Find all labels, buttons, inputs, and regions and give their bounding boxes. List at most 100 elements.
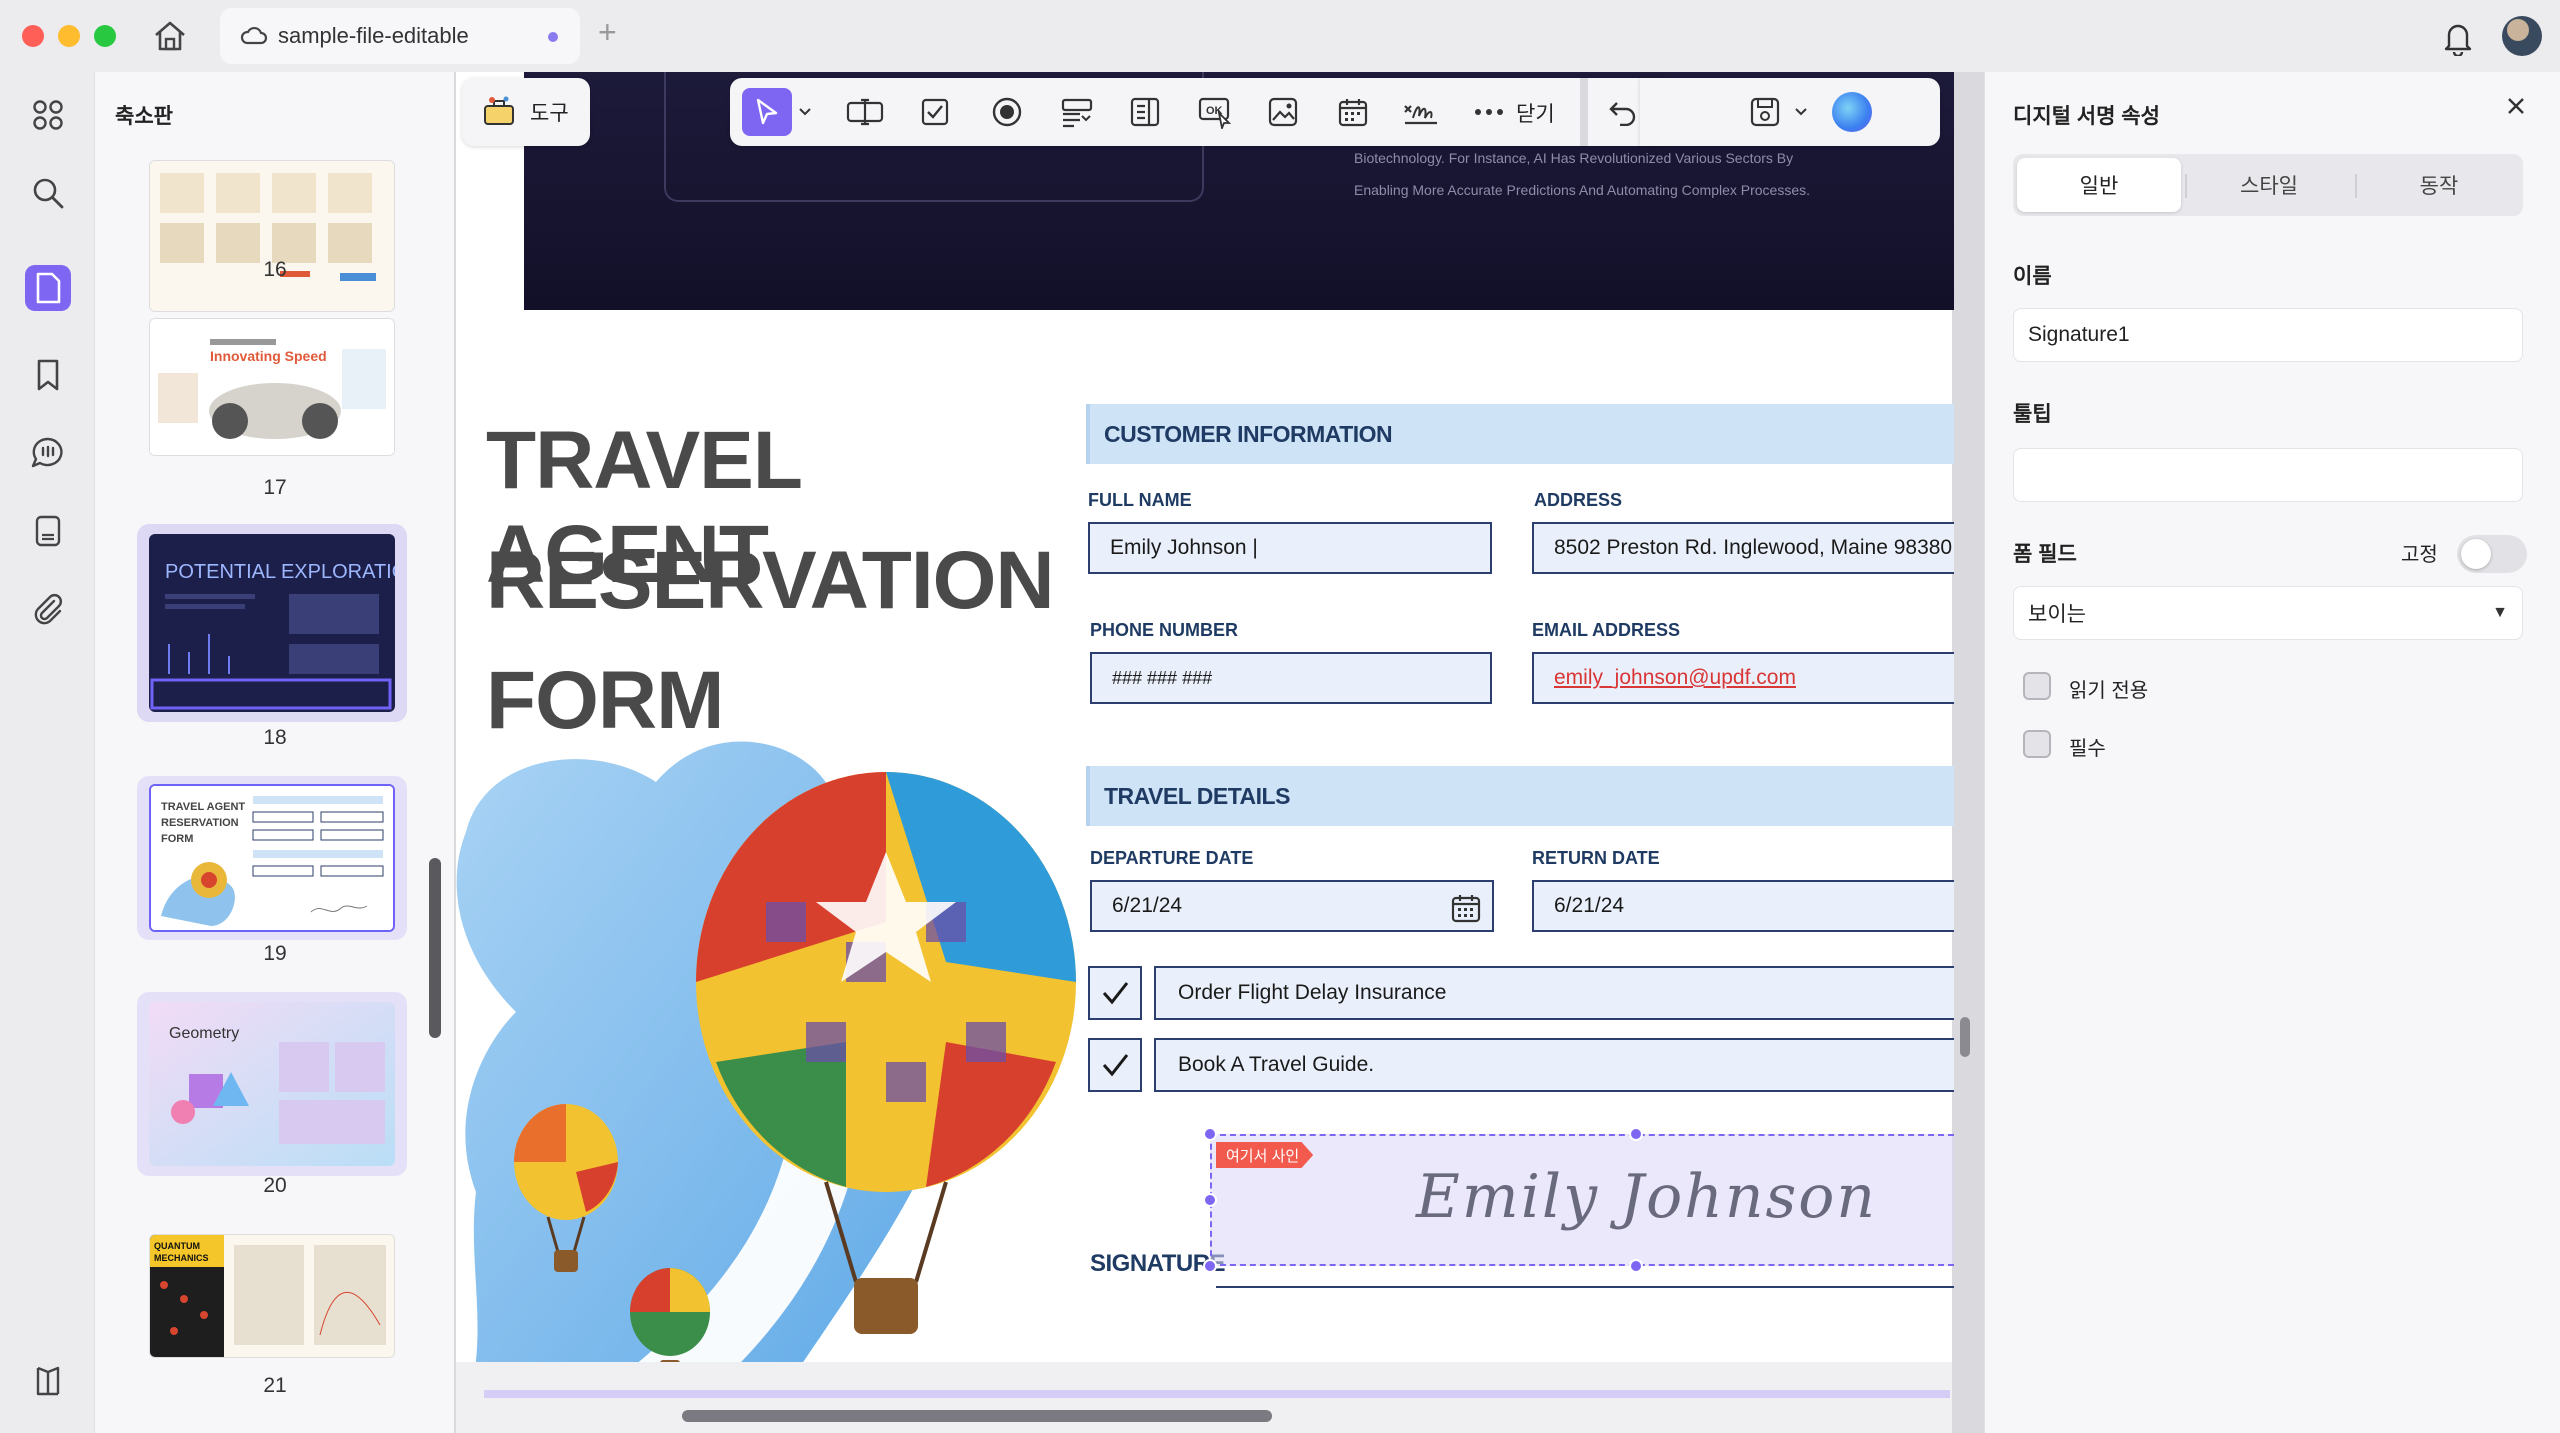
thumbnail-page-20[interactable]: Geometry [149,1002,395,1166]
text-field-tool-icon[interactable] [840,88,890,136]
properties-tabs: 일반 스타일 동작 [2013,154,2523,216]
pages-icon[interactable] [25,265,71,311]
form-title-line-2: RESERVATION [486,535,1055,626]
sign-here-tag[interactable]: 여기서 사인 [1216,1142,1314,1168]
avatar[interactable] [2502,16,2542,56]
customer-information-header: CUSTOMER INFORMATION [1086,404,1954,464]
toolbox-icon [482,94,516,134]
thumbnail-page-17[interactable]: Innovating Speed [149,318,395,456]
thumbnail-page-21[interactable]: QUANTUM MECHANICS [149,1234,395,1358]
pdf-page: Biotechnology. For Instance, AI Has Revo… [456,72,1954,1432]
toolbar-separator [1580,78,1588,146]
image-field-tool-icon[interactable] [1258,88,1308,136]
document-area: Biotechnology. For Instance, AI Has Revo… [454,72,1984,1433]
comment-icon[interactable] [25,430,71,476]
email-address-field[interactable]: emily_johnson@updf.com [1532,652,1954,704]
thumbnail-scrollbar[interactable] [429,858,441,1038]
fixed-toggle[interactable] [2457,535,2527,573]
tools-button[interactable]: 도구 [462,78,590,146]
properties-panel: 디지털 서명 속성 일반 스타일 동작 이름 Signature1 툴팁 폼 필… [1984,72,2560,1433]
resize-handle[interactable] [1629,1127,1643,1141]
thumbnail-number: 16 [263,258,287,281]
readonly-checkbox[interactable] [2023,672,2051,700]
document-tab[interactable]: sample-file-editable [220,8,580,64]
name-input[interactable]: Signature1 [2013,308,2523,362]
email-link[interactable]: emily_johnson@updf.com [1554,666,1796,690]
minimize-window-button[interactable] [58,25,80,47]
flight-insurance-option[interactable]: Order Flight Delay Insurance [1154,966,1954,1020]
document-icon[interactable] [25,508,71,554]
thumbnail-page-19[interactable]: TRAVEL AGENT RESERVATION FORM [149,784,395,932]
title-bar: sample-file-editable + [0,0,2560,72]
bell-icon[interactable] [2440,18,2476,61]
attachment-icon[interactable] [25,586,71,632]
tooltip-input[interactable] [2013,448,2523,502]
grid-icon[interactable] [25,92,71,138]
tab-action[interactable]: 동작 [2357,158,2521,212]
ai-assistant-icon[interactable] [1832,92,1872,132]
resize-handle[interactable] [1629,1259,1643,1273]
calendar-icon[interactable] [1450,892,1482,930]
layers-icon[interactable] [25,1358,71,1404]
select-tool-icon[interactable] [742,88,792,136]
svg-text:RESERVATION: RESERVATION [161,817,239,829]
left-rail [0,72,94,1433]
svg-text:QUANTUM: QUANTUM [154,1241,200,1251]
close-window-button[interactable] [22,25,44,47]
name-label: 이름 [2013,265,2052,288]
close-form-mode-button[interactable]: 닫기 [1516,98,1555,128]
thumbnail-heading: POTENTIAL EXPLORATION [165,561,395,583]
travel-guide-checkbox[interactable] [1088,1038,1142,1092]
travel-guide-option[interactable]: Book A Travel Guide. [1154,1038,1954,1092]
chevron-down-icon[interactable] [790,88,820,136]
resize-handle[interactable] [1203,1259,1217,1273]
visibility-select[interactable]: 보이는 ▼ [2013,586,2523,640]
full-name-label: FULL NAME [1088,490,1192,510]
close-icon[interactable] [2505,92,2527,124]
date-field-tool-icon[interactable] [1328,88,1378,136]
return-date-field[interactable]: 6/21/24 [1532,880,1954,932]
tab-style[interactable]: 스타일 [2187,158,2351,212]
thumbnail-page-18[interactable]: POTENTIAL EXPLORATION [149,534,395,712]
more-options-icon[interactable] [1464,88,1514,136]
radio-button-tool-icon[interactable] [982,88,1032,136]
full-name-field[interactable]: Emily Johnson | [1088,522,1492,574]
tab-general[interactable]: 일반 [2017,158,2181,212]
home-icon[interactable] [150,18,190,54]
checkmark-icon [1102,1054,1129,1077]
chevron-down-icon[interactable] [1786,88,1816,136]
address-field[interactable]: 8502 Preston Rd. Inglewood, Maine 98380 [1532,522,1954,574]
search-icon[interactable] [25,170,71,216]
tooltip-label: 툴팁 [2013,403,2052,426]
thumbnail-number: 18 [263,726,287,749]
checkmark-icon [1102,982,1129,1005]
next-page-edge [484,1390,1950,1398]
required-label: 필수 [2069,738,2106,760]
resize-handle[interactable] [1203,1193,1217,1207]
email-address-label: EMAIL ADDRESS [1532,620,1681,640]
thumbnail-page-16[interactable] [149,160,395,312]
resize-handle[interactable] [1203,1127,1217,1141]
list-box-tool-icon[interactable] [1120,88,1170,136]
form-field-label: 폼 필드 [2013,543,2077,566]
phone-number-field[interactable]: ### ### ### [1090,652,1492,704]
maximize-window-button[interactable] [94,25,116,47]
combo-box-tool-icon[interactable] [1052,88,1102,136]
required-checkbox[interactable] [2023,730,2051,758]
button-tool-icon[interactable]: OK [1190,88,1240,136]
phone-number-label: PHONE NUMBER [1090,620,1239,640]
banner-text: Biotechnology. For Instance, AI Has Revo… [1354,150,1811,198]
departure-date-label: DEPARTURE DATE [1090,848,1254,868]
horizontal-scrollbar[interactable] [682,1410,1272,1422]
save-icon[interactable] [1740,88,1790,136]
signature-value: Emily Johnson [1416,1162,1878,1232]
flight-insurance-checkbox[interactable] [1088,966,1142,1020]
fixed-label: 고정 [2401,544,2438,566]
signature-line [1216,1286,1954,1288]
new-tab-button[interactable]: + [598,14,617,51]
checkbox-tool-icon[interactable] [910,88,960,136]
signature-tool-icon[interactable] [1396,88,1446,136]
bookmark-icon[interactable] [25,352,71,398]
departure-date-field[interactable]: 6/21/24 [1090,880,1494,932]
vertical-scrollbar[interactable] [1960,1017,1970,1057]
